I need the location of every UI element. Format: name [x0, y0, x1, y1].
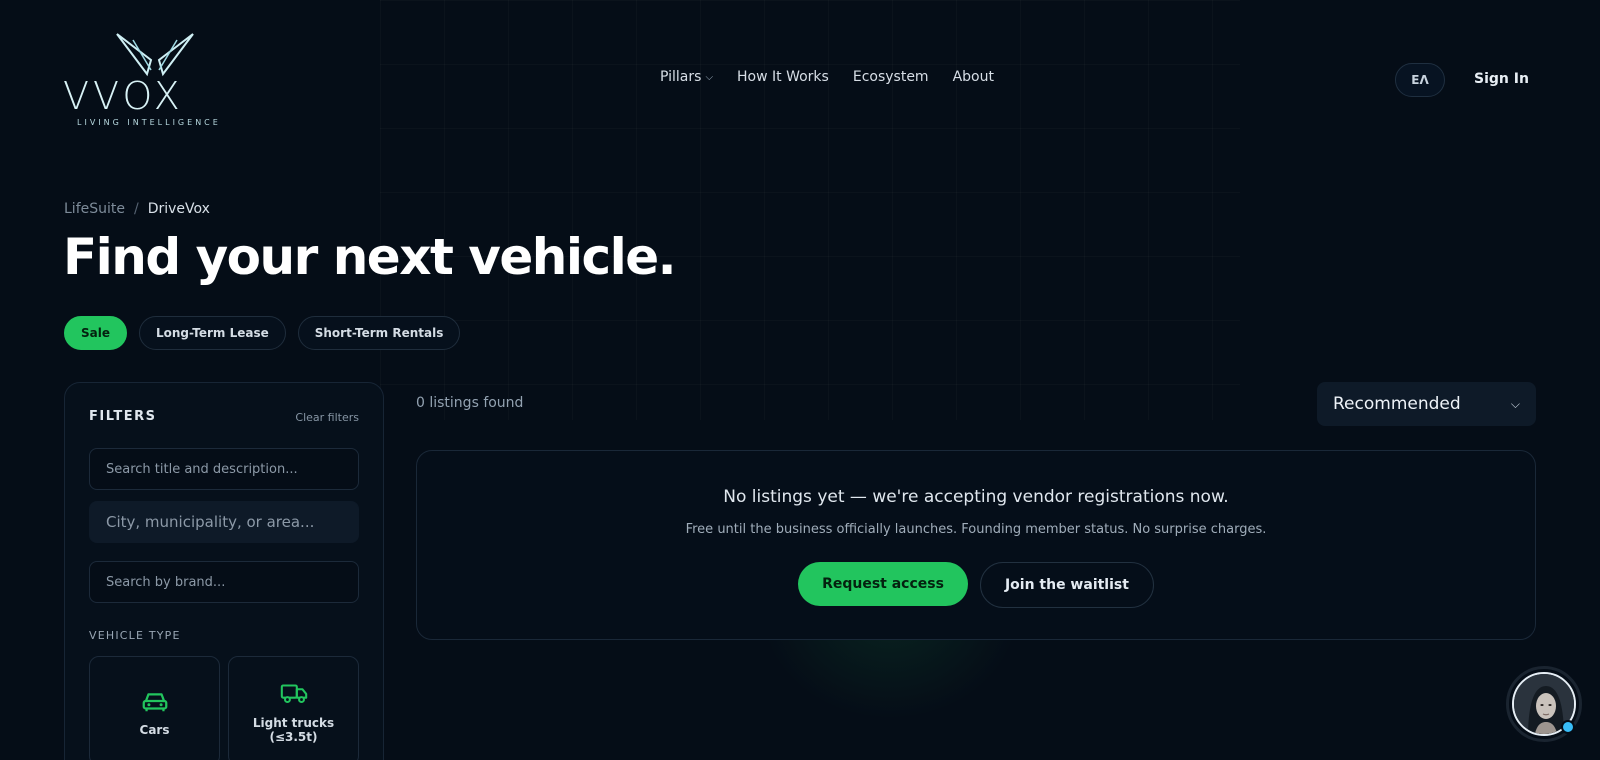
nav-item-pillars[interactable]: Pillars ⌵	[660, 69, 713, 85]
tab-long-term-lease[interactable]: Long-Term Lease	[139, 316, 286, 350]
search-field	[89, 448, 359, 490]
nav-item-ecosystem[interactable]: Ecosystem	[853, 69, 929, 85]
clear-filters-link[interactable]: Clear filters	[295, 411, 359, 424]
join-waitlist-button[interactable]: Join the waitlist	[979, 562, 1154, 608]
chevron-down-icon: ⌵	[1510, 396, 1520, 411]
brand-input[interactable]	[106, 574, 342, 590]
sort-value: Recommended	[1333, 394, 1461, 414]
breadcrumb-current: DriveVox	[147, 201, 210, 217]
wings-icon	[116, 33, 194, 77]
vehicle-type-light-trucks[interactable]: Light trucks (≤3.5t)	[228, 656, 359, 760]
background-grid	[380, 0, 1240, 420]
empty-state-subtext: Free until the business officially launc…	[685, 522, 1267, 537]
search-input[interactable]	[106, 461, 342, 477]
nav-item-how-it-works[interactable]: How It Works	[737, 69, 829, 85]
truck-icon	[280, 684, 307, 704]
request-access-button[interactable]: Request access	[798, 562, 968, 606]
page-title: Find your next vehicle.	[63, 228, 677, 286]
nav-label: Pillars	[660, 69, 702, 85]
breadcrumb: LifeSuite / DriveVox	[64, 201, 210, 217]
online-status-dot	[1561, 720, 1575, 734]
brand-tagline: LIVING INTELLIGENCE	[77, 118, 221, 127]
nav-label: Ecosystem	[852, 69, 929, 85]
car-icon	[142, 693, 167, 712]
brand-logo[interactable]: VVOX LIVING INTELLIGENCE	[63, 30, 243, 130]
brand-field	[89, 561, 359, 603]
breadcrumb-separator: /	[133, 201, 139, 217]
main-nav: Pillars ⌵ How It Works Ecosystem About	[660, 69, 994, 85]
location-input[interactable]	[106, 513, 342, 531]
language-toggle-button[interactable]: ΕΛ	[1395, 63, 1445, 97]
filters-title: FILTERS	[89, 409, 157, 424]
breadcrumb-parent[interactable]: LifeSuite	[64, 201, 125, 217]
empty-state-card: No listings yet — we're accepting vendor…	[416, 450, 1536, 640]
tab-short-term-rentals[interactable]: Short-Term Rentals	[297, 316, 461, 350]
chevron-down-icon: ⌵	[705, 71, 714, 83]
empty-state-message: No listings yet — we're accepting vendor…	[723, 487, 1229, 507]
sign-in-link[interactable]: Sign In	[1474, 71, 1529, 87]
listings-count: 0 listings found	[416, 395, 524, 411]
vehicle-type-label: VEHICLE TYPE	[89, 629, 181, 642]
location-field	[89, 501, 359, 543]
vehicle-type-cars[interactable]: Cars	[89, 656, 220, 760]
nav-item-about[interactable]: About	[953, 69, 994, 85]
nav-label: How It Works	[737, 69, 829, 85]
listing-type-tabs: Sale Long-Term Lease Short-Term Rentals	[64, 316, 461, 350]
filters-panel: FILTERS Clear filters VEHICLE TYPE Cars …	[64, 382, 384, 760]
nav-label: About	[952, 69, 994, 85]
vehicle-type-label-text: Light trucks (≤3.5t)	[252, 716, 335, 744]
sort-select[interactable]: Recommended ⌵	[1317, 382, 1536, 426]
brand-name: VVOX	[63, 74, 184, 118]
vehicle-type-label-text: Cars	[139, 723, 170, 737]
empty-state-actions: Request access Join the waitlist	[417, 562, 1535, 608]
tab-sale[interactable]: Sale	[64, 316, 127, 350]
